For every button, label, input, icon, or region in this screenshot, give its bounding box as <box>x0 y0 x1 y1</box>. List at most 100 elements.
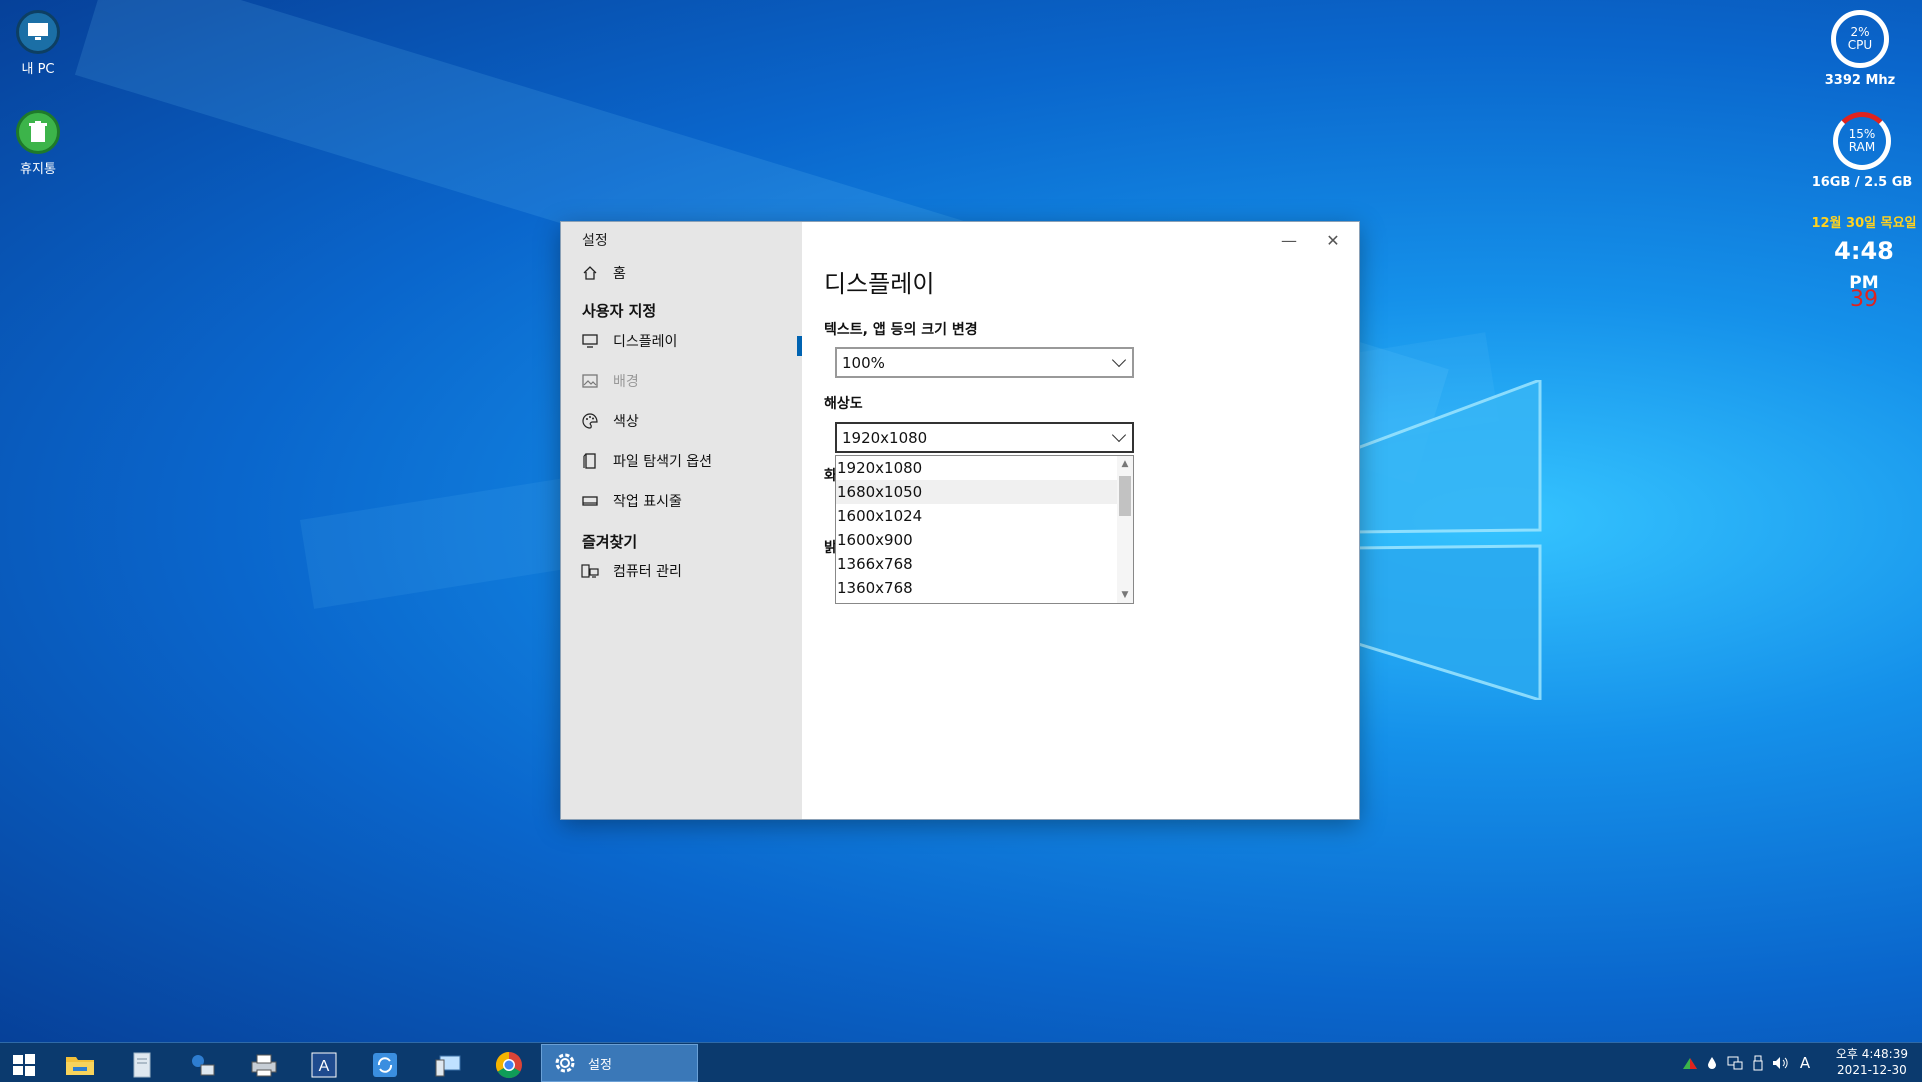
ram-usage: 16GB / 2.5 GB <box>1811 175 1913 190</box>
taskbar-app-a[interactable]: A <box>300 1048 348 1082</box>
sidebar-item-label: 작업 표시줄 <box>613 494 682 510</box>
monitor-icon <box>581 332 599 350</box>
sidebar-section-heading: 사용자 지정 <box>582 302 657 320</box>
desktop: 내 PC 휴지통 2% CPU 3392 Mhz 15% RAM 16GB / … <box>0 0 1922 1082</box>
windows-start-icon <box>13 1054 35 1076</box>
printer-icon <box>251 1054 277 1077</box>
sidebar-item-taskbar[interactable]: 작업 표시줄 <box>581 486 682 516</box>
desktop-icon-label: 내 PC <box>21 62 55 77</box>
windows-logo <box>1352 380 1542 700</box>
sidebar-item-label: 홈 <box>613 266 626 282</box>
taskbar-file-explorer[interactable] <box>56 1048 104 1082</box>
volume-icon <box>1773 1057 1788 1069</box>
recycle-bin-icon <box>16 110 60 154</box>
picture-icon <box>581 372 599 390</box>
taskbar-icon <box>581 492 599 510</box>
resolution-dropdown: 1920x1080 1680x1050 1600x1024 1600x900 1… <box>835 455 1134 604</box>
home-icon <box>581 264 599 282</box>
cpu-gauge: 2% CPU <box>1831 10 1889 68</box>
taskbar: A 설정 A 오후 4:48:39 2021-12-30 <box>0 1042 1922 1082</box>
taskbar-settings-label: 설정 <box>588 1057 612 1073</box>
taskbar-app-notepad[interactable] <box>118 1048 166 1082</box>
sidebar-item-file-explorer-options[interactable]: 파일 탐색기 옵션 <box>581 446 712 476</box>
chrome-icon <box>495 1051 522 1079</box>
page-title: 디스플레이 <box>824 270 935 298</box>
palette-icon <box>581 412 599 430</box>
resolution-option[interactable]: 1920x1080 <box>836 456 1118 480</box>
tray-icon[interactable] <box>1703 1051 1721 1075</box>
control-panel-icon <box>435 1055 461 1077</box>
tray-icon[interactable] <box>1725 1051 1745 1075</box>
sidebar-item-background[interactable]: 배경 <box>581 366 639 396</box>
resolution-select[interactable]: 1920x1080 <box>835 422 1134 453</box>
taskbar-app-sync[interactable] <box>361 1048 409 1082</box>
scroll-up-icon[interactable]: ▲ <box>1120 458 1130 470</box>
network-icon <box>1727 1056 1743 1070</box>
ram-unit: RAM <box>1848 140 1876 154</box>
document-icon <box>133 1052 151 1078</box>
droplet-icon <box>1708 1057 1716 1069</box>
settings-window: 설정 홈 사용자 지정 디스플레이 배경 색상 파일 탐색기 옵션 작업 표시줄… <box>561 222 1359 819</box>
sidebar-item-label: 컴퓨터 관리 <box>613 564 682 580</box>
file-explorer-icon <box>581 452 599 470</box>
sidebar-item-colors[interactable]: 색상 <box>581 406 639 436</box>
sidebar-item-computer-management[interactable]: 컴퓨터 관리 <box>581 556 682 586</box>
computer-management-icon <box>581 562 599 580</box>
scale-select[interactable]: 100% <box>835 347 1134 378</box>
taskbar-clock-date: 2021-12-30 <box>1837 1063 1907 1077</box>
window-title: 설정 <box>582 233 608 249</box>
desktop-icon-label: 휴지통 <box>20 162 56 177</box>
start-button[interactable] <box>0 1048 48 1082</box>
cpu-gadget: 2% CPU 3392 Mhz <box>1810 10 1910 88</box>
ime-indicator[interactable]: A <box>1795 1051 1815 1075</box>
resolution-option[interactable]: 1600x900 <box>836 528 1118 552</box>
scale-label: 텍스트, 앱 등의 크기 변경 <box>824 322 978 338</box>
settings-content: 디스플레이 텍스트, 앱 등의 크기 변경 100% 해상도 1920x1080… <box>802 222 1359 819</box>
ram-gadget: 15% RAM 16GB / 2.5 GB <box>1810 112 1914 190</box>
taskbar-settings-button[interactable]: 설정 <box>541 1044 698 1082</box>
computer-icon <box>16 10 60 54</box>
resolution-label: 해상도 <box>824 396 863 412</box>
ram-gauge: 15% RAM <box>1833 112 1891 170</box>
clock-gadget-time: 4:48 <box>1834 237 1894 265</box>
taskbar-clock-time: 오후 4:48:39 <box>1835 1047 1908 1061</box>
chevron-down-icon <box>1111 427 1127 443</box>
taskbar-app-device-manager[interactable] <box>240 1048 288 1082</box>
desktop-icon-my-pc[interactable]: 내 PC <box>0 10 78 77</box>
sidebar-item-label: 배경 <box>613 374 639 390</box>
taskbar-clock[interactable]: 오후 4:48:39 2021-12-30 <box>1836 1046 1908 1078</box>
svg-text:A: A <box>319 1058 330 1075</box>
resolution-option[interactable]: 1360x768 <box>836 576 1118 600</box>
scroll-thumb[interactable] <box>1119 476 1131 516</box>
sidebar-section-heading: 즐겨찾기 <box>582 533 638 551</box>
sidebar-item-label: 디스플레이 <box>613 334 678 350</box>
resolution-option[interactable]: 1366x768 <box>836 552 1118 576</box>
network-status-icon <box>1683 1058 1697 1069</box>
taskbar-app-control-panel[interactable] <box>424 1048 472 1082</box>
sync-icon <box>373 1053 397 1077</box>
chevron-down-icon <box>1111 352 1127 368</box>
cpu-frequency: 3392 Mhz <box>1824 73 1896 88</box>
scroll-down-icon[interactable]: ▼ <box>1120 589 1130 601</box>
letter-a-app-icon: A <box>311 1052 337 1078</box>
network-user-icon <box>192 1055 215 1076</box>
dropdown-scrollbar[interactable]: ▲ ▼ <box>1117 456 1133 603</box>
taskbar-app-network[interactable] <box>178 1048 226 1082</box>
taskbar-app-chrome[interactable] <box>485 1048 533 1082</box>
sidebar-item-label: 색상 <box>613 414 639 430</box>
scale-value: 100% <box>842 353 885 372</box>
clock-gadget-date: 12월 30일 목요일 <box>1811 216 1917 231</box>
clock-gadget: 12월 30일 목요일 4:48 PM 39 <box>1806 212 1922 312</box>
tray-icon[interactable] <box>1680 1051 1700 1075</box>
folder-icon <box>66 1057 94 1075</box>
sidebar-item-display[interactable]: 디스플레이 <box>581 326 677 356</box>
resolution-option[interactable]: 1680x1050 <box>836 480 1118 504</box>
resolution-option[interactable]: 1600x1024 <box>836 504 1118 528</box>
gear-icon <box>555 1053 575 1073</box>
tray-icon[interactable] <box>1749 1051 1767 1075</box>
desktop-icon-recycle-bin[interactable]: 휴지통 <box>0 110 78 177</box>
tray-icon[interactable] <box>1771 1051 1791 1075</box>
resolution-value: 1920x1080 <box>842 428 928 447</box>
cpu-unit: CPU <box>1847 38 1873 52</box>
sidebar-item-home[interactable]: 홈 <box>581 258 626 288</box>
